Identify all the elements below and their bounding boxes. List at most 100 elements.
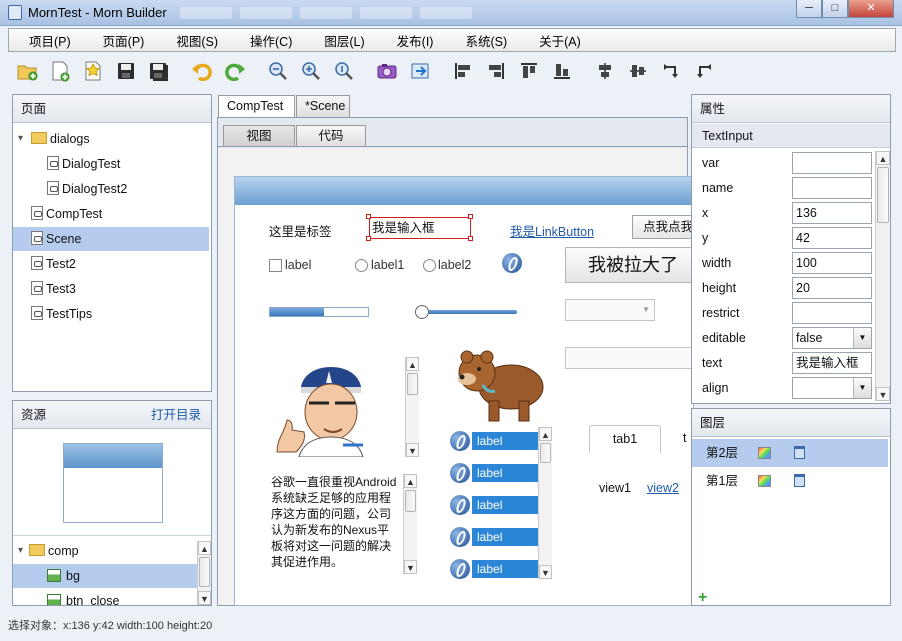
paragraph-scrollbar[interactable]: ▲ ▼ (403, 474, 417, 574)
list-item[interactable]: label (450, 431, 540, 451)
menu-item[interactable]: 系统(S) (445, 31, 519, 50)
list-item[interactable]: label (450, 527, 540, 547)
camera-icon[interactable] (373, 57, 401, 85)
new-file-icon[interactable] (46, 57, 74, 85)
doc-tab[interactable]: *Scene (296, 95, 350, 117)
add-layer-icon[interactable]: + (698, 589, 707, 607)
trash-icon[interactable] (794, 446, 805, 459)
property-row: name (692, 176, 872, 201)
layer-visibility-icon[interactable] (758, 475, 771, 487)
properties-scrollbar[interactable]: ▲ ▼ (875, 151, 890, 401)
expand-arrow-icon[interactable]: ▾ (18, 539, 23, 563)
radio-2[interactable] (423, 259, 436, 272)
page-item[interactable]: CompTest (13, 202, 209, 226)
page-item[interactable]: ▾ dialogs (13, 127, 209, 151)
property-input[interactable] (792, 152, 872, 174)
page-item[interactable]: DialogTest2 (13, 177, 209, 201)
paragraph-text: 谷歌一直很重视Android系统缺乏足够的应用程序这方面的问题，公司认为新发布的… (271, 475, 397, 569)
text-area-empty[interactable] (565, 347, 705, 369)
menu-item[interactable]: 图层(L) (304, 31, 376, 50)
save-all-icon[interactable] (145, 57, 173, 85)
page-item[interactable]: DialogTest (13, 152, 209, 176)
page-item[interactable]: Scene (13, 227, 209, 251)
close-button[interactable]: ✕ (848, 0, 894, 18)
rotate-cw-icon[interactable] (657, 57, 685, 85)
new-star-icon[interactable] (79, 57, 107, 85)
title-ghost (420, 7, 472, 19)
layer-visibility-icon[interactable] (758, 447, 771, 459)
property-input[interactable] (792, 177, 872, 199)
resources-scrollbar[interactable]: ▲ ▼ (197, 541, 211, 605)
property-dropdown[interactable]: false ▼ (792, 327, 872, 349)
doc-tab[interactable]: CompTest (218, 95, 295, 117)
list-item-label: label (472, 464, 538, 482)
menu-item[interactable]: 关于(A) (519, 31, 593, 50)
list-scrollbar[interactable]: ▲ ▼ (538, 427, 552, 579)
slider-thumb[interactable] (415, 305, 429, 319)
property-row: height 20 (692, 276, 872, 301)
tab-1[interactable]: tab1 (589, 425, 661, 453)
view1-link[interactable]: view1 (599, 481, 631, 495)
zoom-reset-icon[interactable] (330, 57, 358, 85)
tab-2[interactable]: t (683, 431, 686, 445)
property-input[interactable]: 100 (792, 252, 872, 274)
zoom-out-icon[interactable] (264, 57, 292, 85)
property-input[interactable]: 42 (792, 227, 872, 249)
list-item[interactable]: label (450, 559, 540, 579)
menu-item[interactable]: 视图(S) (156, 31, 230, 50)
resource-item[interactable]: bg (13, 564, 197, 588)
checkbox[interactable] (269, 259, 282, 272)
import-icon[interactable] (406, 57, 434, 85)
trash-icon[interactable] (794, 474, 805, 487)
rotate-ccw-icon[interactable] (690, 57, 718, 85)
big-button[interactable]: 我被拉大了 (565, 247, 705, 283)
chevron-down-icon[interactable]: ▼ (853, 378, 871, 398)
slider-track[interactable] (417, 310, 517, 314)
view2-link[interactable]: view2 (647, 481, 679, 495)
menu-item[interactable]: 操作(C) (230, 31, 304, 50)
align-top-icon[interactable] (515, 57, 543, 85)
align-right-icon[interactable] (482, 57, 510, 85)
layer-item[interactable]: 第2层 (692, 439, 888, 467)
page-item[interactable]: TestTips (13, 302, 209, 326)
property-dropdown[interactable]: ▼ (792, 377, 872, 399)
property-input[interactable]: 我是输入框 (792, 352, 872, 374)
page-item[interactable]: Test3 (13, 277, 209, 301)
layer-item[interactable]: 第1层 (692, 467, 888, 495)
expand-arrow-icon[interactable]: ▾ (18, 127, 23, 151)
textinput-component[interactable]: 我是输入框 (369, 217, 471, 239)
property-row: align ▼ (692, 376, 872, 401)
align-bottom-icon[interactable] (548, 57, 576, 85)
open-dir-link[interactable]: 打开目录 (151, 401, 201, 429)
save-icon[interactable] (112, 57, 140, 85)
align-center-v-icon[interactable] (624, 57, 652, 85)
resource-item[interactable]: btn_close (13, 589, 197, 605)
list-item[interactable]: label (450, 495, 540, 515)
menu-item[interactable]: 项目(P) (9, 31, 83, 50)
list-item[interactable]: label (450, 463, 540, 483)
property-value: 20 (796, 281, 810, 295)
resource-item[interactable]: ▾ comp (13, 539, 197, 563)
align-left-icon[interactable] (449, 57, 477, 85)
align-center-h-icon[interactable] (591, 57, 619, 85)
chevron-down-icon[interactable]: ▼ (853, 328, 871, 348)
link-button[interactable]: 我是LinkButton (510, 221, 594, 240)
menu-item[interactable]: 发布(I) (377, 31, 446, 50)
cartoon-man-image (269, 357, 404, 458)
property-input[interactable]: 20 (792, 277, 872, 299)
maximize-button[interactable]: □ (822, 0, 848, 18)
page-item[interactable]: Test2 (13, 252, 209, 276)
combo-box[interactable]: ▼ (565, 299, 655, 321)
radio-1[interactable] (355, 259, 368, 272)
minimize-button[interactable]: ─ (796, 0, 822, 18)
property-input[interactable] (792, 302, 872, 324)
image-scrollbar[interactable]: ▲ ▼ (405, 357, 419, 457)
redo-icon[interactable] (221, 57, 249, 85)
tab-view[interactable]: 视图 (223, 125, 295, 147)
menu-item[interactable]: 页面(P) (83, 31, 157, 50)
new-folder-icon[interactable] (13, 57, 41, 85)
tab-code[interactable]: 代码 (296, 125, 366, 147)
property-input[interactable]: 136 (792, 202, 872, 224)
undo-icon[interactable] (188, 57, 216, 85)
zoom-in-icon[interactable] (297, 57, 325, 85)
